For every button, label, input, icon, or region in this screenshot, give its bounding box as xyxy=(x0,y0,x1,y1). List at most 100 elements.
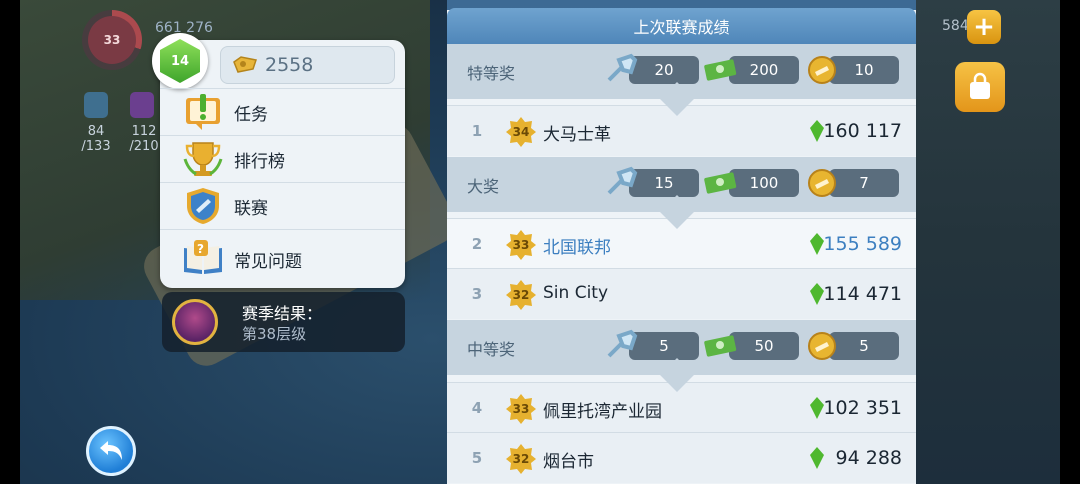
task-icon xyxy=(186,94,220,130)
menu-item-label: 常见问题 xyxy=(234,251,302,272)
reward-keys: 5 xyxy=(629,332,699,360)
city-name: 烟台市 xyxy=(543,452,594,472)
tier-grand-prize: 大奖 15 100 7 xyxy=(447,157,916,229)
menu-item-label: 排行榜 xyxy=(234,151,285,172)
simcash-bills-icon xyxy=(704,59,737,81)
menu-item-league[interactable]: 联赛 xyxy=(160,182,405,229)
city-name: 北国联邦 xyxy=(543,238,611,258)
league-shield-icon xyxy=(187,188,219,224)
table-row[interactable]: 2 33 北国联邦 155 589 xyxy=(447,218,916,269)
league-results-panel: 上次联赛成绩 特等奖 20 200 10 1 34 大马士革 160 117 大… xyxy=(447,0,916,484)
reward-value: 50 xyxy=(754,337,774,355)
simcash-bills-icon xyxy=(704,172,737,194)
reward-value: 5 xyxy=(859,337,869,355)
power-capacity: /210 xyxy=(129,139,159,154)
level-hex-icon: 14 xyxy=(160,39,200,83)
tier-medium-prize: 中等奖 5 50 5 xyxy=(447,320,916,392)
gold-key-coin-icon xyxy=(808,169,836,197)
season-result-card[interactable]: 赛季结果： 第38层级 xyxy=(162,292,405,352)
reward-simcash: 100 xyxy=(729,169,799,197)
menu-item-faq[interactable]: ? 常见问题 xyxy=(160,229,405,288)
city-level: 34 xyxy=(512,125,530,139)
level-badge[interactable]: 14 xyxy=(152,33,208,89)
rank-number: 5 xyxy=(471,449,483,467)
reward-golden-keys: 5 xyxy=(829,332,899,360)
simcash-counter: 584 xyxy=(942,18,969,34)
tier-name: 特等奖 xyxy=(467,63,516,83)
screen-edge-left xyxy=(0,0,20,484)
back-arrow-icon xyxy=(100,441,122,460)
table-row[interactable]: 1 34 大马士革 160 117 xyxy=(447,105,916,156)
screen-edge-right xyxy=(1060,0,1080,484)
back-button[interactable] xyxy=(86,426,136,476)
reward-simcash: 200 xyxy=(729,56,799,84)
tier-name: 中等奖 xyxy=(467,339,516,359)
reward-value: 7 xyxy=(859,174,869,192)
table-row[interactable]: 5 32 烟台市 94 288 xyxy=(447,432,916,483)
city-score: 155 589 xyxy=(823,233,902,255)
reward-value: 20 xyxy=(654,61,674,79)
city-score: 94 288 xyxy=(835,447,902,469)
table-row[interactable]: 3 32 Sin City 114 471 xyxy=(447,268,916,319)
reward-keys: 15 xyxy=(629,169,699,197)
gem-icon xyxy=(810,447,824,469)
currency-box[interactable]: 2558 xyxy=(220,46,395,84)
city-level-star-icon: 32 xyxy=(505,443,537,475)
city-name: 佩里托湾产业园 xyxy=(543,402,662,422)
water-tank-icon xyxy=(84,92,108,118)
side-menu: 14 2558 任务 排行榜 联赛 ? 常见问题 xyxy=(152,33,405,288)
shop-button[interactable] xyxy=(955,62,1005,112)
rank-laurel-icon: 5 xyxy=(461,446,493,470)
gold-key-coin-icon xyxy=(808,56,836,84)
key-icon xyxy=(607,53,638,82)
city-name: Sin City xyxy=(543,283,609,303)
reward-value: 200 xyxy=(749,61,779,79)
reward-golden-keys: 10 xyxy=(829,56,899,84)
menu-item-tasks[interactable]: 任务 xyxy=(160,88,405,135)
reward-value: 5 xyxy=(659,337,669,355)
rank-laurel-icon: 4 xyxy=(461,396,493,420)
season-result-title: 赛季结果： xyxy=(242,304,323,323)
reward-value: 100 xyxy=(749,174,779,192)
faq-book-icon: ? xyxy=(184,240,222,274)
city-level-star-icon: 32 xyxy=(505,279,537,311)
city-score: 102 351 xyxy=(823,397,902,419)
rank-laurel-icon: 1 xyxy=(461,119,493,143)
menu-item-label: 联赛 xyxy=(234,198,268,219)
rank-number: 2 xyxy=(471,235,483,253)
reward-value: 10 xyxy=(854,61,874,79)
simcash-bills-icon xyxy=(704,335,737,357)
water-stat[interactable]: 84 /133 xyxy=(76,124,116,154)
power-value: 112 xyxy=(131,124,157,139)
gem-icon xyxy=(810,233,824,255)
city-level-star-icon: 33 xyxy=(505,393,537,425)
gold-key-icon xyxy=(233,56,257,73)
reward-keys: 20 xyxy=(629,56,699,84)
panel-title-text: 上次联赛成绩 xyxy=(633,18,730,37)
key-icon xyxy=(607,329,638,358)
level-value: 14 xyxy=(170,53,190,69)
tier-name: 大奖 xyxy=(467,176,500,196)
city-name: 大马士革 xyxy=(543,125,611,145)
gem-icon xyxy=(810,283,824,305)
power-stat[interactable]: 112 /210 xyxy=(124,124,164,154)
rank-laurel-icon: 3 xyxy=(461,282,493,306)
city-level-star-icon: 33 xyxy=(505,229,537,261)
table-row[interactable]: 4 33 佩里托湾产业园 102 351 xyxy=(447,382,916,433)
currency-value: 2558 xyxy=(265,54,314,76)
water-capacity: /133 xyxy=(81,139,111,154)
gem-icon xyxy=(810,120,824,142)
water-value: 84 xyxy=(87,124,105,139)
player-level-value: 33 xyxy=(88,16,136,64)
city-score: 114 471 xyxy=(823,283,902,305)
city-score: 160 117 xyxy=(823,120,902,142)
league-emblem-icon xyxy=(172,299,218,345)
city-level-star-icon: 34 xyxy=(505,116,537,148)
svg-text:?: ? xyxy=(197,242,204,256)
trophy-icon xyxy=(183,142,223,176)
city-level: 33 xyxy=(512,238,530,252)
reward-golden-keys: 7 xyxy=(829,169,899,197)
rank-number: 4 xyxy=(471,399,483,417)
menu-item-leaderboard[interactable]: 排行榜 xyxy=(160,135,405,182)
add-currency-button[interactable]: + xyxy=(967,10,1001,44)
